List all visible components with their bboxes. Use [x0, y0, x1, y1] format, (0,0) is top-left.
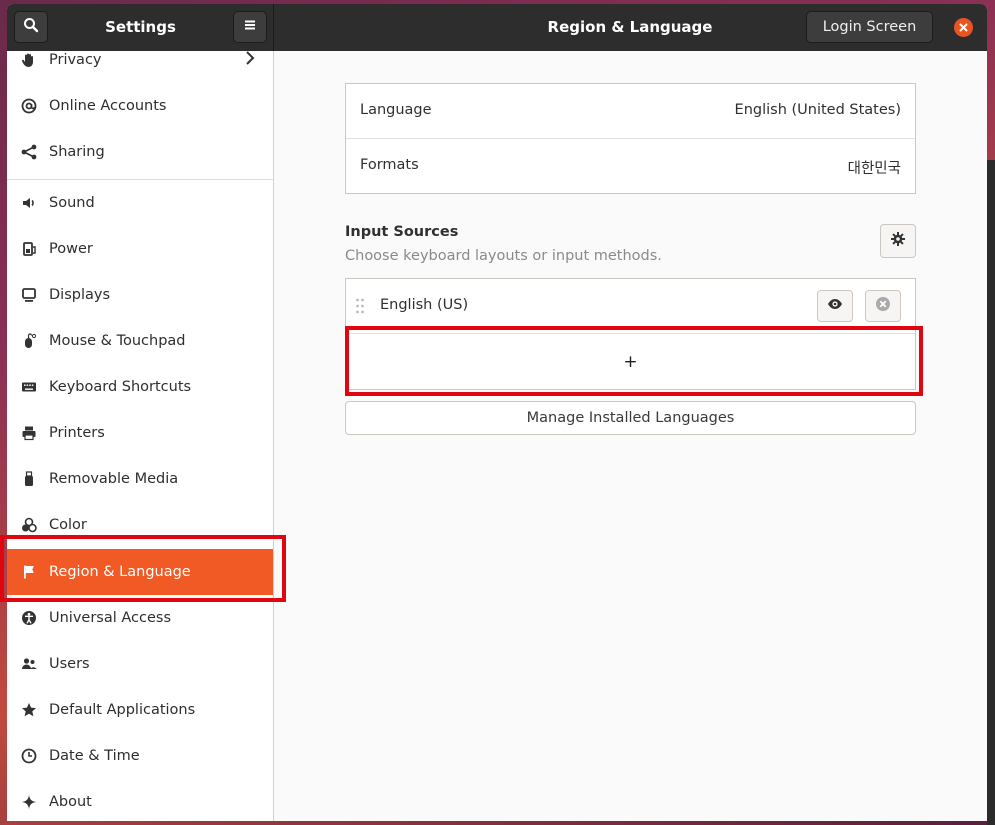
gear-icon: [890, 231, 906, 251]
sidebar-item-label: Displays: [49, 287, 111, 303]
drag-handle-icon[interactable]: [355, 297, 365, 319]
sidebar-item-label: Universal Access: [49, 610, 172, 626]
sidebar-item-label: Removable Media: [49, 471, 179, 487]
main-content: Language English (United States) Formats…: [275, 51, 987, 821]
sidebar-item-region-language[interactable]: Region & Language: [7, 549, 273, 595]
formats-value: 대한민국: [847, 161, 901, 177]
sidebar-item-printers[interactable]: Printers: [7, 410, 273, 456]
eye-icon: [827, 296, 843, 316]
sidebar-item-color[interactable]: Color: [7, 502, 273, 548]
accessibility-icon: [21, 610, 37, 626]
formats-row[interactable]: Formats 대한민국: [346, 139, 915, 194]
sidebar-item-label: Region & Language: [49, 564, 191, 580]
sidebar-item-default-applications[interactable]: Default Applications: [7, 687, 273, 733]
sidebar-item-label: Keyboard Shortcuts: [49, 379, 192, 395]
chevron-right-icon: [245, 51, 255, 69]
manage-installed-languages-button[interactable]: Manage Installed Languages: [345, 401, 916, 435]
remove-icon: [875, 296, 891, 316]
add-input-source-button[interactable]: +: [346, 334, 915, 389]
input-sources-list: English (US) +: [345, 278, 916, 390]
sidebar-item-label: Date & Time: [49, 748, 140, 764]
language-value: English (United States): [734, 102, 901, 118]
sidebar-item-displays[interactable]: Displays: [7, 272, 273, 318]
sidebar-item-online-accounts[interactable]: Online Accounts: [7, 83, 273, 129]
share-icon: [21, 144, 37, 160]
sidebar-item-label: Default Applications: [49, 702, 196, 718]
sidebar-item-label: Sharing: [49, 144, 105, 160]
sidebar-item-removable-media[interactable]: Removable Media: [7, 456, 273, 502]
sidebar-item-date-time[interactable]: Date & Time: [7, 733, 273, 779]
sidebar-item-mouse-touchpad[interactable]: Mouse & Touchpad: [7, 318, 273, 364]
sidebar-item-label: Color: [49, 517, 87, 533]
hamburger-menu-icon: [243, 18, 257, 36]
sidebar-item-sharing[interactable]: Sharing: [7, 129, 273, 175]
display-icon: [21, 287, 37, 303]
language-label: Language: [360, 102, 432, 118]
input-source-label: English (US): [380, 297, 469, 313]
settings-title: Settings: [105, 18, 176, 36]
sidebar-item-label: Sound: [49, 195, 95, 211]
formats-label: Formats: [360, 157, 419, 173]
input-sources-subtitle: Choose keyboard layouts or input methods…: [345, 248, 662, 264]
input-sources-options-button[interactable]: [880, 224, 916, 258]
star-icon: [21, 702, 37, 718]
hand-icon: [21, 52, 37, 68]
login-screen-button[interactable]: Login Screen: [806, 11, 933, 43]
keyboard-icon: [21, 379, 37, 395]
sparkle-icon: [21, 794, 37, 810]
sidebar-item-users[interactable]: Users: [7, 641, 273, 687]
search-button[interactable]: [14, 11, 48, 43]
sidebar-item-label: About: [49, 794, 92, 810]
background-terminal-strip: [987, 160, 995, 825]
header-bar: Settings Region & Language Login Screen: [7, 4, 987, 51]
remove-input-source-button[interactable]: [865, 290, 901, 322]
language-formats-frame: Language English (United States) Formats…: [345, 83, 916, 194]
mouse-icon: [21, 333, 37, 349]
language-row[interactable]: Language English (United States): [346, 84, 915, 139]
sidebar-item-universal-access[interactable]: Universal Access: [7, 595, 273, 641]
sidebar-item-label: Power: [49, 241, 93, 257]
flag-icon: [21, 564, 37, 580]
color-icon: [21, 517, 37, 533]
sidebar-item-label: Online Accounts: [49, 98, 167, 114]
preview-layout-button[interactable]: [817, 290, 853, 322]
sidebar-item-about[interactable]: About: [7, 779, 273, 821]
sidebar-item-privacy[interactable]: Privacy: [7, 51, 273, 83]
header-left-pane: Settings: [7, 4, 274, 51]
clock-icon: [21, 748, 37, 764]
sidebar-item-label: Privacy: [49, 52, 102, 68]
printer-icon: [21, 425, 37, 441]
sidebar-item-sound[interactable]: Sound: [7, 180, 273, 226]
close-window-button[interactable]: [954, 18, 973, 37]
sidebar: Privacy Online Accounts Sharing Sound Po…: [7, 51, 274, 821]
sidebar-item-label: Users: [49, 656, 90, 672]
at-icon: [21, 98, 37, 114]
close-icon: [959, 20, 968, 36]
usb-icon: [21, 471, 37, 487]
sidebar-item-keyboard-shortcuts[interactable]: Keyboard Shortcuts: [7, 364, 273, 410]
speaker-icon: [21, 195, 37, 211]
menu-button[interactable]: [233, 11, 267, 43]
input-sources-title: Input Sources: [345, 224, 459, 240]
sidebar-item-label: Printers: [49, 425, 105, 441]
sidebar-item-label: Mouse & Touchpad: [49, 333, 186, 349]
users-icon: [21, 656, 37, 672]
sidebar-item-power[interactable]: Power: [7, 226, 273, 272]
power-icon: [21, 241, 37, 257]
search-icon: [23, 17, 39, 37]
settings-window: Settings Region & Language Login Screen …: [7, 4, 987, 821]
